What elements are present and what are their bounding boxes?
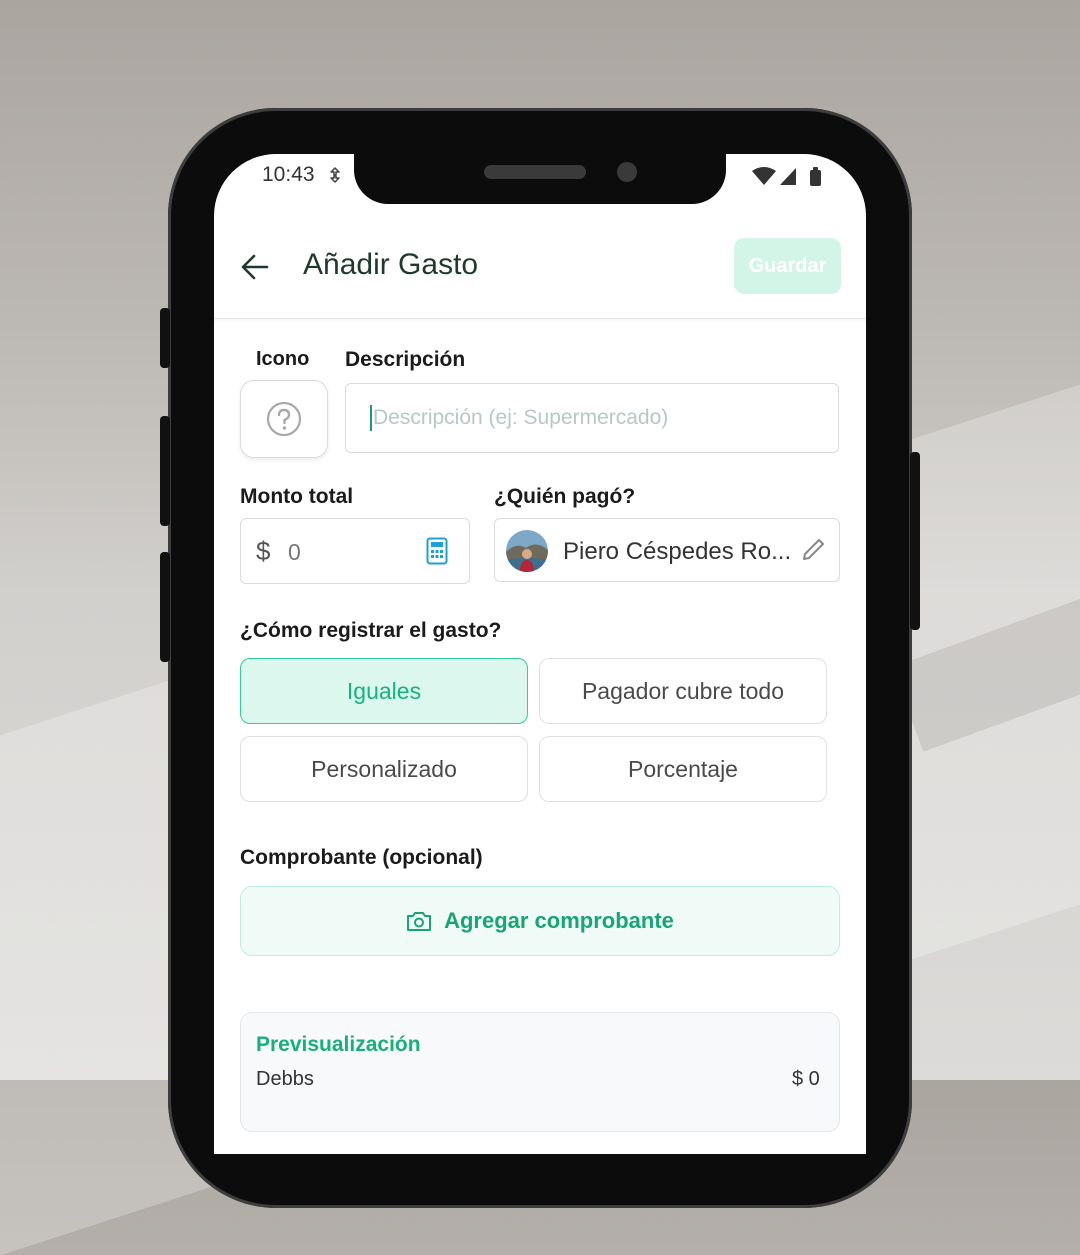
description-label: Descripción xyxy=(345,348,466,371)
split-option-porcentaje[interactable]: Porcentaje xyxy=(539,736,827,802)
preview-title: Previsualización xyxy=(256,1033,421,1056)
volume-up-button xyxy=(160,416,170,526)
battery-icon xyxy=(810,167,821,186)
question-circle-icon xyxy=(266,401,302,437)
status-time: 10:43 xyxy=(262,163,315,186)
status-icons xyxy=(752,167,821,186)
pencil-icon[interactable] xyxy=(800,537,826,563)
payer-name: Piero Céspedes Ro... xyxy=(563,538,792,565)
avatar xyxy=(506,530,548,572)
page-title: Añadir Gasto xyxy=(303,248,479,281)
speaker xyxy=(484,165,586,179)
calculator-icon[interactable] xyxy=(426,537,448,565)
payer-label: ¿Quién pagó? xyxy=(494,485,636,508)
split-label: ¿Cómo registrar el gasto? xyxy=(240,619,502,642)
add-receipt-button[interactable]: Agregar comprobante xyxy=(240,886,840,956)
mute-switch xyxy=(160,308,170,368)
currency-symbol: $ xyxy=(256,536,271,566)
description-placeholder: Descripción (ej: Supermercado) xyxy=(373,406,669,429)
camera-icon xyxy=(407,912,432,931)
text-caret xyxy=(370,405,372,431)
receipt-label: Comprobante (opcional) xyxy=(240,846,483,869)
arrow-left-icon[interactable] xyxy=(240,252,270,282)
front-camera xyxy=(617,162,637,182)
signal-icon xyxy=(780,168,796,185)
wifi-icon xyxy=(752,167,776,185)
volume-down-button xyxy=(160,552,170,662)
split-option-personalizado[interactable]: Personalizado xyxy=(240,736,528,802)
add-receipt-label: Agregar comprobante xyxy=(444,908,674,933)
preview-card xyxy=(240,1012,840,1132)
power-button xyxy=(910,452,920,630)
split-option-iguales[interactable]: Iguales xyxy=(240,658,528,724)
description-input[interactable]: Descripción (ej: Supermercado) xyxy=(345,383,839,453)
save-button[interactable]: Guardar xyxy=(734,238,841,294)
icon-label: Icono xyxy=(256,348,310,370)
amount-value[interactable]: 0 xyxy=(288,539,301,566)
icon-picker-button[interactable] xyxy=(240,380,328,458)
amount-label: Monto total xyxy=(240,485,354,508)
location-sync-icon xyxy=(330,167,340,183)
split-option-pagador[interactable]: Pagador cubre todo xyxy=(539,658,827,724)
